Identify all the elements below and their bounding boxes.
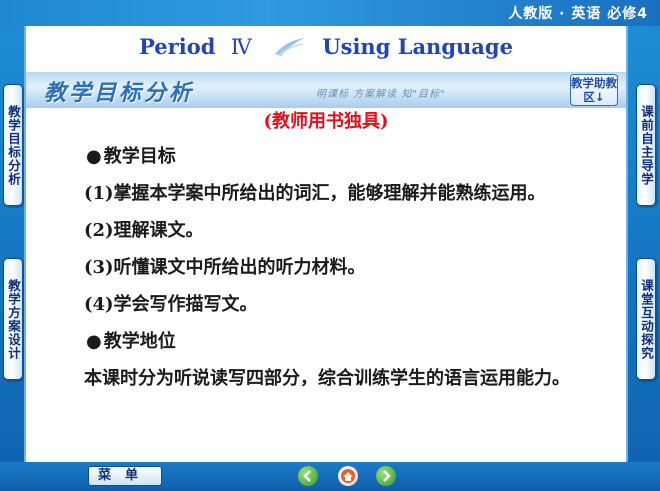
content-panel: Period Ⅳ Using Language 教学目标分析 明课标 方案解读 … [24,26,628,462]
bottom-bar: 菜单 [0,462,660,491]
list-item: (1)掌握本学案中所给出的词汇，能够理解并能熟练运用。 [84,183,546,204]
section-band: 教学目标分析 明课标 方案解读 知"目标" 教学助教区↓ [26,72,626,108]
section-title: 教学目标分析 [44,81,195,106]
lesson-content: ● 教学目标 (1)掌握本学案中所给出的词汇，能够理解并能熟练运用。 (2)理解课… [42,138,614,397]
forward-icon[interactable] [376,466,396,486]
top-bar: 人教版 · 英语 必修4 [0,0,660,26]
title-prefix: Period [139,34,216,59]
list-item: (4)学会写作描写文。 [84,294,258,315]
side-tab-class-interaction[interactable]: 课堂互动探究 [636,258,656,380]
side-tab-teaching-plan[interactable]: 教学方案设计 [3,258,23,380]
side-tab-preview-study[interactable]: 课前自主导学 [636,84,656,206]
menu-button[interactable]: 菜单 [88,466,162,486]
swoosh-icon [275,38,305,56]
position-text: 本课时分为听说读写四部分，综合训练学生的语言运用能力。 [84,368,570,389]
back-icon[interactable] [298,466,318,486]
title-main: Using Language [322,34,513,59]
list-item: (2)理解课文。 [84,220,204,241]
bullet-icon: ● [86,331,102,352]
teacher-note: (教师用书独具) [263,111,389,132]
goals-heading: ● 教学目标 [42,138,614,175]
list-item: (3)听懂课文中所给出的听力材料。 [84,257,366,278]
position-heading: ● 教学地位 [42,323,614,360]
side-tab-teaching-goals[interactable]: 教学目标分析 [3,84,23,206]
section-subtitle: 明课标 方案解读 知"目标" [316,89,446,100]
bullet-icon: ● [86,146,102,167]
edition-label: 人教版 · 英语 必修4 [508,6,648,22]
home-icon[interactable] [338,466,358,486]
page-title: Period Ⅳ Using Language [26,34,626,59]
teaching-assist-button[interactable]: 教学助教区↓ [570,74,618,106]
title-roman: Ⅳ [230,35,252,59]
